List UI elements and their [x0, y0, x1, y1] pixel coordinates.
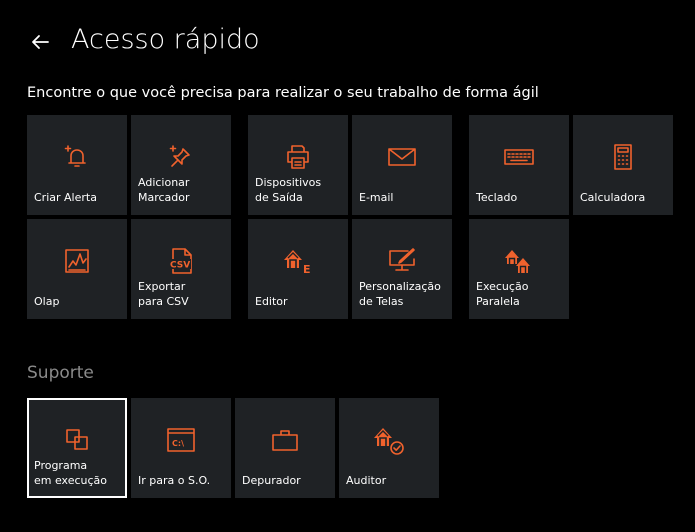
quick-access-page: Acesso rápido Encontre o que você precis… [0, 0, 695, 532]
page-subtitle: Encontre o que você precisa para realiza… [27, 85, 539, 101]
tile-criar-alerta[interactable]: Criar Alerta [27, 115, 127, 215]
briefcase-icon [269, 424, 301, 456]
tile-teclado[interactable]: Teclado [469, 115, 569, 215]
envelope-icon [386, 141, 418, 173]
csv-file-icon: CSV [165, 245, 197, 277]
section-title-support: Suporte [27, 363, 94, 383]
arrow-left-icon [32, 35, 49, 49]
tile-label: Programa em execução [34, 459, 108, 487]
bell-plus-icon [61, 141, 93, 173]
keyboard-icon [503, 141, 535, 173]
tile-calculadora[interactable]: Calculadora [573, 115, 673, 215]
tile-e-mail[interactable]: E-mail [352, 115, 452, 215]
tile-label: E-mail [359, 191, 394, 204]
tile-label: Editor [255, 295, 288, 308]
tile-depurador[interactable]: Depurador [235, 398, 335, 498]
tile-label: Dispositivos de Saída [255, 176, 322, 204]
pin-plus-icon [165, 141, 197, 173]
tile-dispositivos-de-saida[interactable]: Dispositivos de Saída [248, 115, 348, 215]
page-title: Acesso rápido [71, 24, 260, 55]
tile-label: Execução Paralela [476, 280, 529, 308]
tile-label: Criar Alerta [34, 191, 97, 204]
svg-text:C:\: C:\ [172, 439, 184, 448]
tile-label: Ir para o S.O. [138, 474, 211, 487]
tile-exportar-csv[interactable]: CSV Exportar para CSV [131, 219, 231, 319]
tile-programa-em-execucao[interactable]: Programa em execução [27, 398, 127, 498]
screen-customize-icon [386, 245, 418, 277]
tile-label: Adicionar Marcador [138, 176, 190, 204]
printer-icon [282, 141, 314, 173]
svg-text:E: E [303, 263, 311, 276]
tile-label: Auditor [346, 474, 387, 487]
tile-personalizacao-de-telas[interactable]: Personalização de Telas [352, 219, 452, 319]
terminal-icon: C:\ [165, 424, 197, 456]
house-check-icon [373, 424, 405, 456]
house-editor-icon: E [282, 245, 314, 277]
tile-label: Olap [34, 295, 60, 308]
olap-chart-icon [61, 245, 93, 277]
tile-label: Depurador [242, 474, 301, 487]
tile-ir-para-o-so[interactable]: C:\ Ir para o S.O. [131, 398, 231, 498]
svg-text:CSV: CSV [170, 261, 190, 271]
tile-adicionar-marcador[interactable]: Adicionar Marcador [131, 115, 231, 215]
tile-auditor[interactable]: Auditor [339, 398, 439, 498]
windows-icon [61, 424, 93, 456]
tile-label: Calculadora [580, 191, 646, 204]
tile-execucao-paralela[interactable]: Execução Paralela [469, 219, 569, 319]
calculator-icon [607, 141, 639, 173]
tile-olap[interactable]: Olap [27, 219, 127, 319]
back-button[interactable] [26, 28, 54, 56]
tile-label: Exportar para CSV [138, 280, 189, 308]
tile-label: Personalização de Telas [359, 280, 441, 308]
tile-editor[interactable]: E Editor [248, 219, 348, 319]
parallel-houses-icon [503, 245, 535, 277]
tile-label: Teclado [476, 191, 518, 204]
